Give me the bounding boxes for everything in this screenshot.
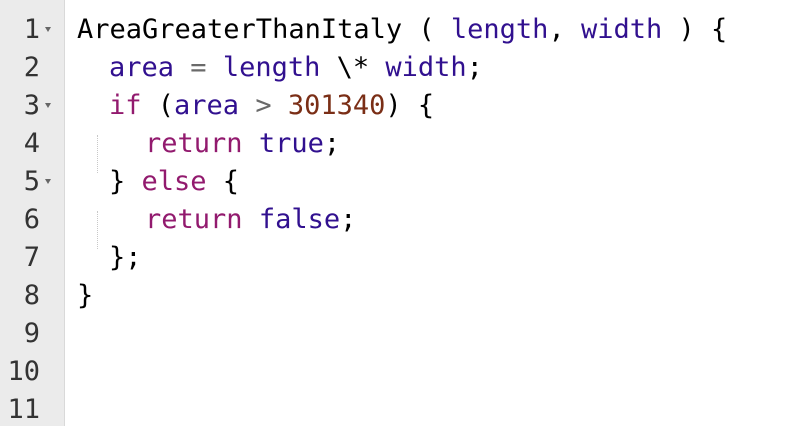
punctuation: ( [141,90,175,121]
variable: length [222,52,321,83]
line-number: 11 [7,394,40,425]
keyword: return [145,204,243,235]
line-number: 6 [23,204,40,235]
code-editor[interactable]: 1 2 3 4 5 6 7 8 9 10 11 AreaGreaterThanI… [0,0,788,426]
line-number: 7 [23,242,40,273]
gutter-row-9: 9 [0,315,64,353]
line-number: 1 [23,14,40,45]
gutter-row-3: 3 [0,87,64,125]
gutter-row-5: 5 [0,163,64,201]
number-literal: 301340 [287,90,386,121]
parameter: length [450,14,549,45]
operator: = [174,52,223,83]
boolean-literal: false [258,204,341,235]
parameter: width [580,14,663,45]
gutter-row-4: 4 [0,125,64,163]
line-number: 2 [23,52,40,83]
code-line-3: if (area > 301340) { [109,87,434,125]
gutter-row-10: 10 [0,353,64,391]
keyword: if [109,90,142,121]
gutter-row-2: 2 [0,49,64,87]
line-number: 3 [23,90,40,121]
code-line-8: } [77,277,93,315]
line-number: 8 [23,280,40,311]
punctuation: } [109,166,142,197]
indent-guide [97,211,98,249]
punctuation: ) { [662,14,728,45]
boolean-literal: true [258,128,324,159]
triangle-down-icon[interactable] [45,103,51,108]
gutter-row-1: 1 [0,11,64,49]
code-line-2: area = length \* width; [109,49,483,87]
code-area[interactable]: AreaGreaterThanItaly ( length, width ) {… [65,0,788,426]
variable: area [109,52,175,83]
punctuation: ; [323,128,341,159]
punctuation: ) { [385,90,435,121]
punctuation: }; [109,242,142,273]
line-number: 4 [23,128,40,159]
punctuation: } [77,280,94,311]
gutter-row-7: 7 [0,239,64,277]
keyword: else [141,166,207,197]
line-number: 9 [23,318,40,349]
line-number: 10 [7,356,40,387]
punctuation: { [206,166,240,197]
line-number: 5 [23,166,40,197]
punctuation: ( [402,14,451,45]
variable: area [174,90,240,121]
keyword: return [145,128,243,159]
line-number-gutter: 1 2 3 4 5 6 7 8 9 10 11 [0,0,65,426]
triangle-down-icon[interactable] [45,27,51,32]
variable: width [385,52,467,83]
punctuation: , [548,14,581,45]
punctuation: ; [466,52,483,83]
code-line-4: return true; [145,125,340,163]
code-line-1: AreaGreaterThanItaly ( length, width ) { [77,11,727,49]
indent-guide [97,135,98,173]
gutter-row-8: 8 [0,277,64,315]
gutter-row-11: 11 [0,391,64,429]
function-name: AreaGreaterThanItaly [77,14,403,45]
operator: \* [320,52,386,83]
gutter-row-6: 6 [0,201,64,239]
code-line-5: } else { [109,163,239,201]
operator: > [239,90,288,121]
triangle-down-icon[interactable] [45,179,51,184]
code-line-6: return false; [145,201,356,239]
punctuation: ; [340,204,357,235]
code-line-7: }; [109,239,142,277]
